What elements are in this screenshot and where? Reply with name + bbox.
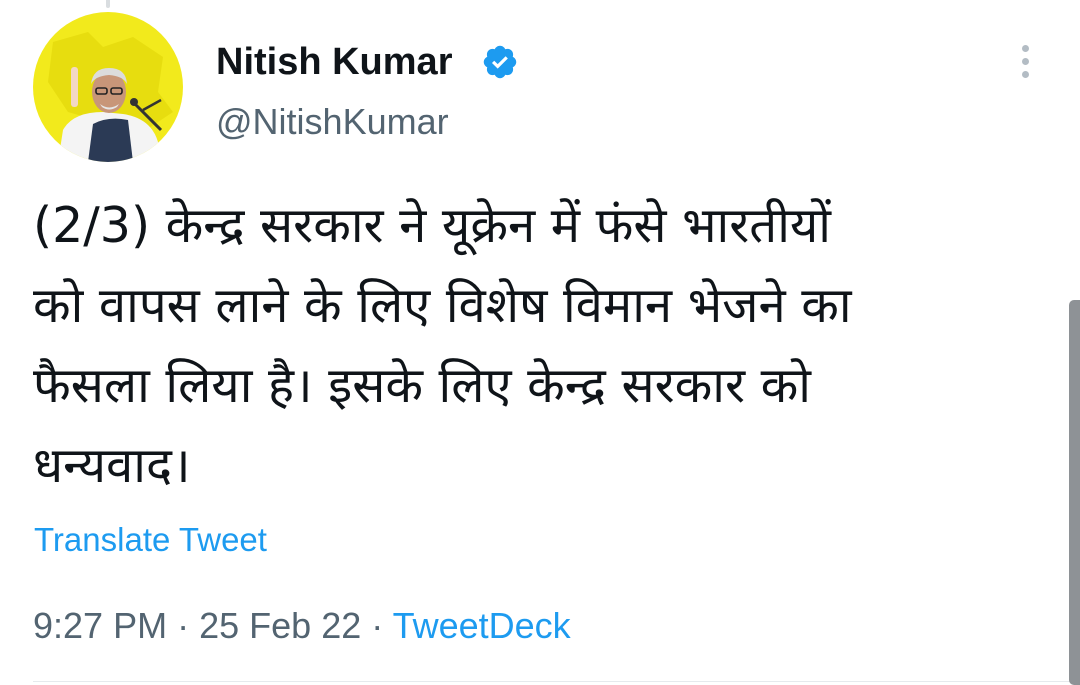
tweet-text: (2/3) केन्द्र सरकार ने यूक्रेन में फंसे … — [33, 197, 852, 494]
meta-separator: · — [177, 605, 190, 646]
top-edge-marker — [106, 0, 110, 8]
more-options-icon — [1021, 57, 1029, 65]
author-display-name[interactable]: Nitish Kumar — [216, 38, 452, 86]
avatar[interactable] — [33, 12, 183, 162]
verified-badge-icon — [481, 43, 519, 81]
tweet-date[interactable]: 25 Feb 22 — [199, 605, 361, 646]
tweet-metadata: 9:27 PM · 25 Feb 22 · TweetDeck — [33, 604, 571, 648]
more-options-icon — [1021, 70, 1029, 78]
meta-separator: · — [371, 605, 384, 646]
avatar-image — [33, 12, 183, 162]
translate-tweet-link[interactable]: Translate Tweet — [34, 520, 267, 560]
author-handle[interactable]: @NitishKumar — [216, 99, 449, 145]
scrollbar[interactable] — [1069, 300, 1080, 685]
tweet-source-link[interactable]: TweetDeck — [393, 605, 571, 646]
more-options-button[interactable] — [1005, 38, 1045, 84]
divider — [33, 681, 1080, 682]
tweet-time[interactable]: 9:27 PM — [33, 605, 167, 646]
tweet-detail: Nitish Kumar @NitishKumar (2/3) केन्द्र … — [0, 0, 1080, 685]
more-options-icon — [1021, 44, 1029, 52]
